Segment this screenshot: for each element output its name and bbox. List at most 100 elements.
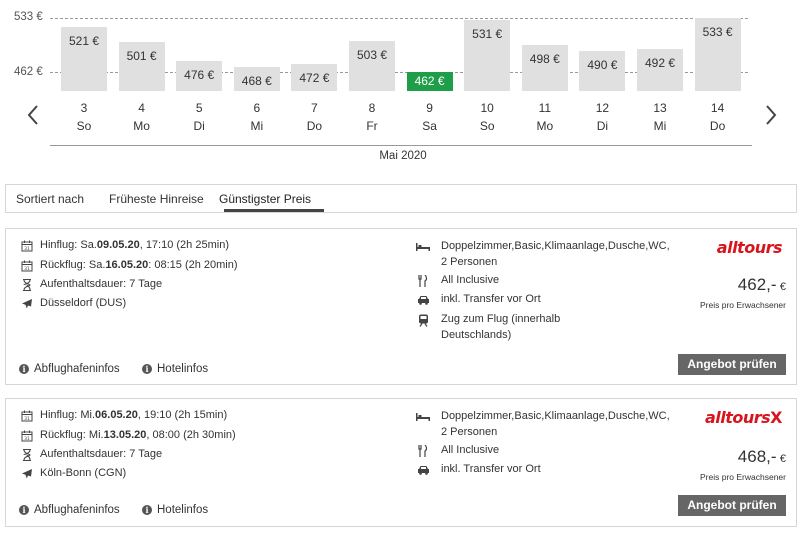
sort-label: Sortiert nach	[16, 192, 85, 206]
cutlery-icon	[416, 274, 430, 288]
y-tick-min: 462 €	[14, 66, 43, 78]
operator-logo: alltours	[716, 238, 783, 257]
day-number: 8	[368, 101, 376, 115]
price-bar[interactable]: 462 €	[406, 72, 453, 91]
sort-bar: Sortiert nach Früheste Hinreise Günstigs…	[5, 184, 797, 213]
calendar-icon: 31	[20, 429, 34, 443]
price-calendar: 533 € 462 € 521 €501 € 476 € 468 € 472 € 503…	[0, 0, 806, 175]
svg-text:31: 31	[24, 246, 30, 252]
svg-text:31: 31	[24, 416, 30, 422]
active-sort-indicator	[224, 209, 324, 212]
cutlery-icon	[416, 444, 430, 458]
stay-duration: Aufenthaltsdauer: 7 Tage	[20, 278, 162, 292]
price-bar[interactable]: 476 €	[176, 61, 223, 91]
day-number: 6	[253, 101, 261, 115]
price-bar[interactable]: 531 €	[464, 19, 511, 91]
weekday-label: Mi	[250, 119, 264, 133]
info-icon: i	[142, 505, 152, 515]
departure-airport: Düsseldorf (DUS)	[20, 297, 126, 311]
hotel-info-link[interactable]: i Hotelinfos	[142, 504, 208, 516]
price-bar[interactable]: 468 €	[233, 67, 280, 91]
plane-icon	[20, 297, 34, 311]
day-number: 11	[538, 101, 552, 115]
info-icon: i	[142, 364, 152, 374]
sort-option-cheapest[interactable]: Günstigster Preis	[219, 192, 311, 206]
offer-price: 462,- €	[737, 275, 786, 294]
day-number: 14	[710, 101, 725, 115]
y-tick-max: 533 €	[14, 11, 43, 23]
month-axis	[50, 145, 752, 146]
day-number: 12	[595, 101, 610, 115]
info-icon: i	[19, 505, 29, 515]
day-number: 9	[426, 101, 433, 115]
prev-arrow-icon[interactable]	[24, 102, 42, 128]
price-bar[interactable]: 521 €	[61, 27, 107, 91]
plane-icon	[20, 467, 34, 481]
day-column[interactable]: 7 Do	[286, 99, 342, 135]
stay-duration: Aufenthaltsdauer: 7 Tage	[20, 448, 162, 462]
price-bar[interactable]: 503 €	[349, 40, 395, 91]
room-info: Doppelzimmer,Basic,Klimaanlage,Dusche,WC…	[416, 409, 681, 440]
train-icon	[416, 313, 430, 327]
return-flight: 31 Rückflug: Mi. 13.05.20, 08:00 (2h 30m…	[20, 429, 236, 443]
car-icon	[416, 463, 430, 477]
weekday-label: Mo	[536, 119, 554, 133]
day-number: 3	[80, 101, 88, 115]
offer-card: 31 Hinflug: Mi. 06.05.20, 19:10 (2h 15mi…	[5, 398, 797, 527]
month-label: Mai 2020	[379, 150, 427, 162]
day-column[interactable]: 14 Do	[690, 99, 746, 135]
day-column[interactable]: 10 So	[459, 99, 515, 135]
price-note: Preis pro Erwachsener	[700, 300, 786, 310]
calendar-icon: 31	[20, 259, 34, 273]
weekday-label: So	[479, 119, 495, 133]
operator-mark: X	[770, 408, 782, 427]
price-note: Preis pro Erwachsener	[700, 472, 786, 482]
weekday-label: Di	[596, 119, 609, 133]
price-bar[interactable]: 501 €	[118, 42, 165, 91]
day-number: 7	[311, 101, 318, 115]
offer-price: 468,- €	[737, 447, 786, 466]
board-info: All Inclusive	[416, 443, 681, 459]
transfer-info: inkl. Transfer vor Ort	[416, 292, 681, 308]
day-column[interactable]: 6 Mi	[229, 99, 285, 135]
weekday-label: Di	[193, 119, 205, 133]
airport-info-link[interactable]: i Abflughafeninfos	[19, 363, 120, 375]
check-offer-button[interactable]: Angebot prüfen	[678, 495, 786, 516]
hourglass-icon	[20, 278, 34, 292]
check-offer-button[interactable]: Angebot prüfen	[678, 354, 786, 375]
day-column[interactable]: 9 Sa	[402, 99, 458, 135]
outbound-flight: 31 Hinflug: Mi. 06.05.20, 19:10 (2h 15mi…	[20, 409, 227, 423]
day-number: 10	[480, 101, 494, 115]
sort-option-earliest[interactable]: Früheste Hinreise	[109, 192, 204, 206]
day-number: 5	[195, 101, 203, 115]
day-column[interactable]: 13 Mi	[632, 99, 688, 135]
svg-text:31: 31	[24, 436, 30, 442]
board-info: All Inclusive	[416, 273, 681, 289]
weekday-label: Mi	[653, 119, 667, 133]
weekday-label: So	[76, 119, 92, 133]
car-icon	[416, 293, 430, 307]
day-column[interactable]: 5 Di	[171, 99, 227, 135]
price-bar[interactable]: 498 €	[521, 44, 568, 91]
price-bar[interactable]: 490 €	[579, 50, 626, 91]
day-column[interactable]: 8 Fr	[344, 99, 400, 135]
weekday-label: Do	[306, 119, 323, 133]
day-column[interactable]: 4 Mo	[114, 99, 170, 135]
weekday-label: Mo	[133, 119, 150, 133]
departure-airport: Köln-Bonn (CGN)	[20, 467, 126, 481]
price-bar[interactable]: 533 €	[694, 18, 741, 91]
room-info: Doppelzimmer,Basic,Klimaanlage,Dusche,WC…	[416, 239, 681, 270]
price-bar[interactable]: 492 €	[637, 49, 683, 91]
next-arrow-icon[interactable]	[762, 102, 780, 128]
price-bar[interactable]: 472 €	[291, 64, 338, 91]
calendar-icon: 31	[20, 239, 34, 253]
operator-logo: alltoursX	[704, 408, 783, 427]
day-column[interactable]: 3 So	[56, 99, 112, 135]
day-column[interactable]: 11 Mo	[517, 99, 573, 135]
return-flight: 31 Rückflug: Sa. 16.05.20: 08:15 (2h 20m…	[20, 259, 238, 273]
outbound-flight: 31 Hinflug: Sa. 09.05.20, 17:10 (2h 25mi…	[20, 239, 229, 253]
hotel-info-link[interactable]: i Hotelinfos	[142, 363, 208, 375]
airport-info-link[interactable]: i Abflughafeninfos	[19, 504, 120, 516]
day-column[interactable]: 12 Di	[574, 99, 630, 135]
day-number: 4	[138, 101, 145, 115]
